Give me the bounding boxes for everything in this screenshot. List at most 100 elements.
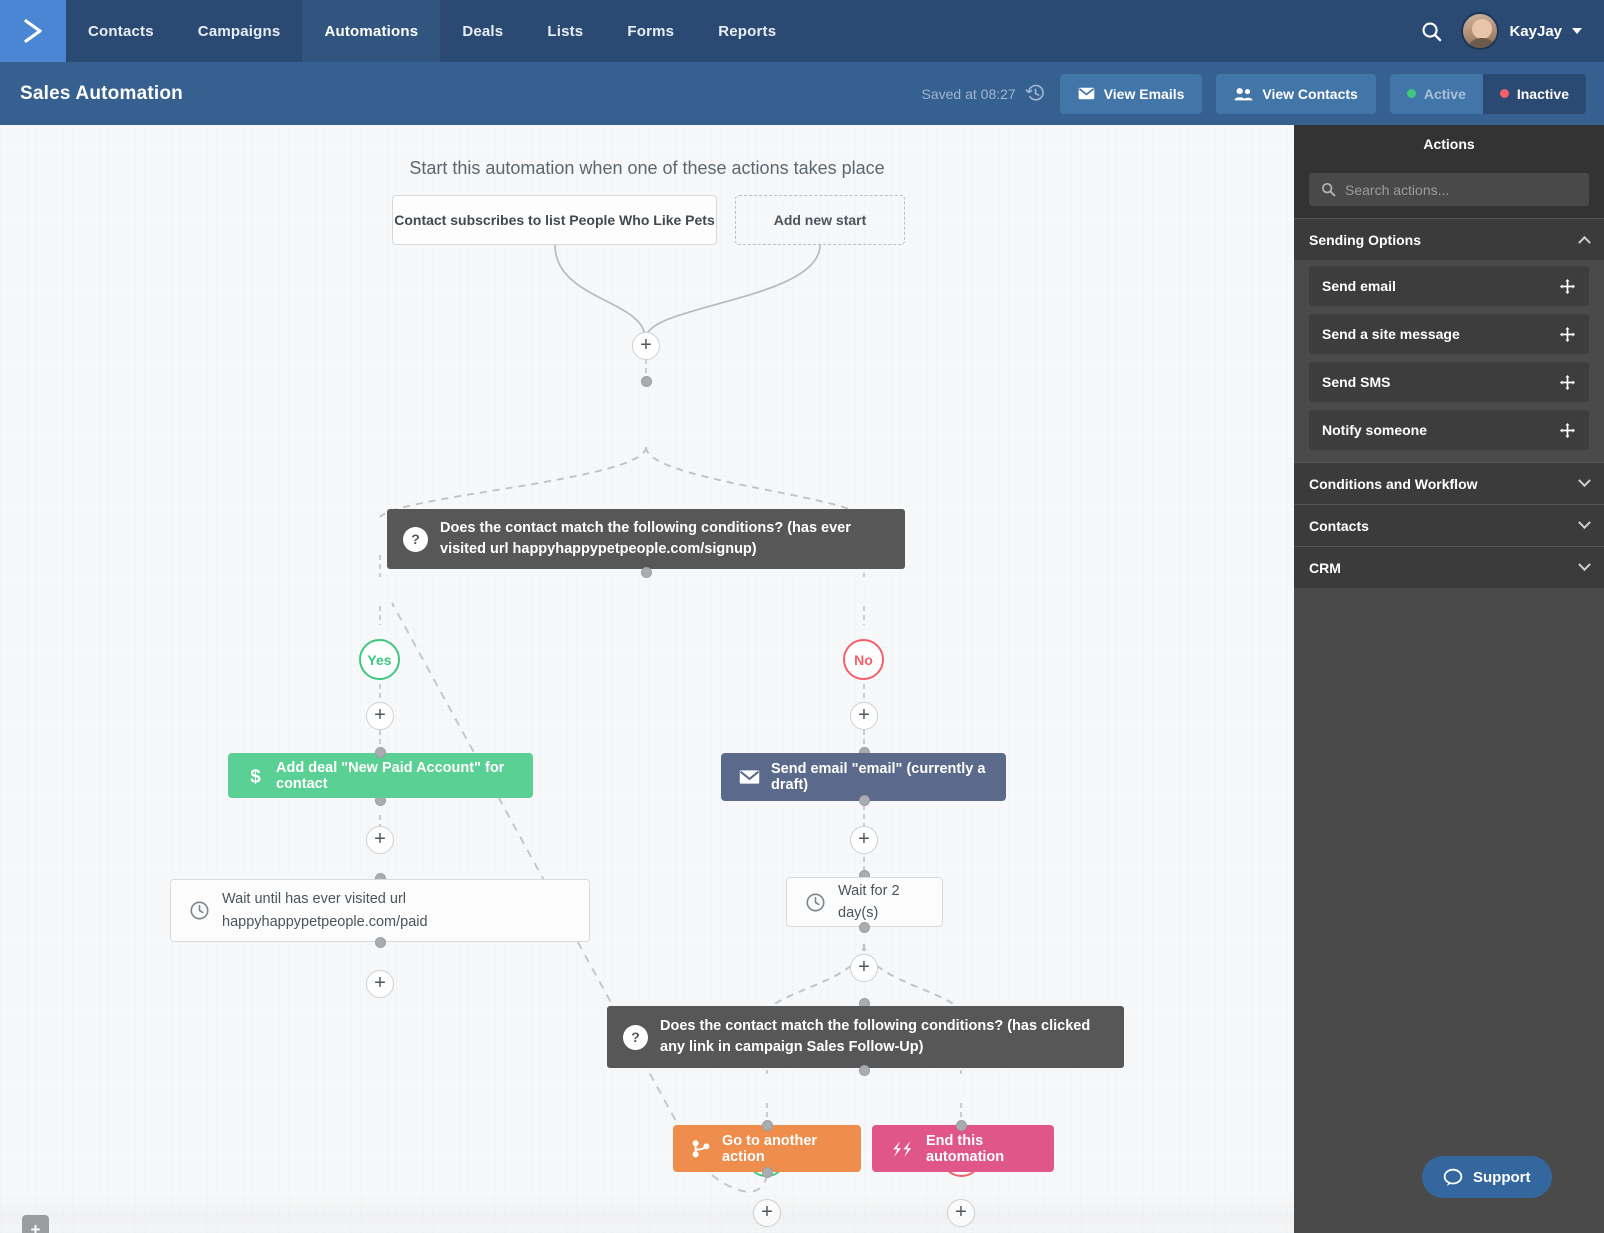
start-trigger-box[interactable]: Contact subscribes to list People Who Li…	[392, 195, 717, 245]
sidebar-action-send-sms[interactable]: Send SMS	[1309, 362, 1589, 402]
add-step-button[interactable]: +	[850, 954, 878, 982]
inactive-label: Inactive	[1517, 86, 1569, 102]
search-actions-input[interactable]	[1345, 182, 1577, 198]
view-emails-button[interactable]: View Emails	[1060, 74, 1203, 114]
automation-canvas[interactable]: Start this automation when one of these …	[0, 125, 1294, 1233]
drag-move-icon[interactable]	[1559, 422, 1576, 439]
search-actions-box[interactable]	[1309, 173, 1589, 206]
nav-item-lists[interactable]: Lists	[525, 0, 605, 62]
connector-port	[762, 1167, 773, 1178]
branch-icon	[691, 1139, 711, 1159]
action-node-send-email-label: Send email "email" (currently a draft)	[771, 761, 988, 793]
add-step-button[interactable]: +	[366, 970, 394, 998]
connector-port	[762, 1120, 773, 1131]
sidebar-group-sending-options-body: Send email Send a site message Send SM	[1294, 260, 1604, 462]
add-step-button[interactable]: +	[632, 332, 660, 360]
sidebar-group-conditions-and-workflow[interactable]: Conditions and Workflow	[1294, 462, 1604, 504]
condition-node-1-label: Does the contact match the following con…	[440, 518, 889, 560]
app-logo-icon[interactable]	[0, 0, 66, 62]
chevron-up-icon	[1578, 236, 1591, 249]
condition-node-2-label: Does the contact match the following con…	[660, 1016, 1108, 1058]
zoom-controls: + −	[22, 1215, 49, 1233]
chevron-down-icon	[1578, 516, 1591, 529]
nav-item-deals[interactable]: Deals	[440, 0, 525, 62]
page-title: Sales Automation	[0, 83, 183, 105]
clock-icon	[805, 892, 826, 913]
actions-sidebar: Actions Sending Options Send email	[1294, 125, 1604, 1233]
action-node-send-email[interactable]: Send email "email" (currently a draft)	[721, 753, 1006, 801]
chevron-down-icon	[1572, 28, 1582, 34]
branch-no-1[interactable]: No	[843, 639, 884, 680]
nav-item-reports[interactable]: Reports	[696, 0, 798, 62]
clock-history-icon[interactable]	[1025, 83, 1046, 104]
connector-port	[859, 922, 870, 933]
chevron-down-icon	[1578, 474, 1591, 487]
zoom-in-button[interactable]: +	[22, 1215, 49, 1233]
support-label: Support	[1473, 1169, 1531, 1186]
sidebar-group-contacts-label: Contacts	[1309, 518, 1369, 534]
add-step-button[interactable]: +	[753, 1199, 781, 1227]
view-contacts-button[interactable]: View Contacts	[1216, 74, 1375, 114]
condition-node-2[interactable]: ? Does the contact match the following c…	[607, 1006, 1124, 1068]
save-status: Saved at 08:27	[922, 83, 1046, 104]
start-instruction-label: Start this automation when one of these …	[0, 158, 1294, 179]
sidebar-group-contacts[interactable]: Contacts	[1294, 504, 1604, 546]
connector-port	[859, 1065, 870, 1076]
nav-item-forms[interactable]: Forms	[605, 0, 696, 62]
sidebar-search-wrap	[1294, 162, 1604, 218]
sidebar-action-send-site-message-label: Send a site message	[1322, 326, 1460, 342]
view-contacts-label: View Contacts	[1262, 86, 1357, 102]
top-navigation-bar: Contacts Campaigns Automations Deals Lis…	[0, 0, 1604, 62]
nav-right-group: KayJay	[1420, 0, 1604, 62]
user-menu[interactable]: KayJay	[1461, 12, 1582, 50]
nav-item-automations[interactable]: Automations	[302, 0, 440, 62]
branch-yes-1[interactable]: Yes	[359, 639, 400, 680]
add-step-button[interactable]: +	[947, 1199, 975, 1227]
drag-move-icon[interactable]	[1559, 278, 1576, 295]
chat-bubble-icon	[1443, 1168, 1463, 1187]
active-label: Active	[1424, 86, 1466, 102]
condition-node-1[interactable]: ? Does the contact match the following c…	[387, 509, 905, 569]
action-node-end[interactable]: End this automation	[872, 1125, 1054, 1172]
support-button[interactable]: Support	[1422, 1156, 1552, 1198]
action-node-wait-until[interactable]: Wait until has ever visited url happyhap…	[170, 879, 590, 942]
add-step-button[interactable]: +	[850, 826, 878, 854]
nav-item-contacts[interactable]: Contacts	[66, 0, 176, 62]
active-status-dot	[1407, 89, 1416, 98]
sidebar-group-sending-options[interactable]: Sending Options	[1294, 218, 1604, 260]
automation-header-bar: Sales Automation Saved at 08:27 View Ema…	[0, 62, 1604, 125]
sidebar-group-crm[interactable]: CRM	[1294, 546, 1604, 588]
chevron-down-icon	[1578, 558, 1591, 571]
add-new-start-button[interactable]: Add new start	[735, 195, 905, 245]
search-icon[interactable]	[1420, 20, 1443, 43]
add-step-button[interactable]: +	[366, 826, 394, 854]
action-node-add-deal-label: Add deal "New Paid Account" for contact	[276, 760, 515, 792]
question-mark-icon: ?	[623, 1025, 648, 1050]
sidebar-action-notify-someone[interactable]: Notify someone	[1309, 410, 1589, 450]
sidebar-action-notify-someone-label: Notify someone	[1322, 422, 1427, 438]
action-node-wait-until-label: Wait until has ever visited url happyhap…	[222, 888, 571, 933]
drag-move-icon[interactable]	[1559, 326, 1576, 343]
nav-item-campaigns[interactable]: Campaigns	[176, 0, 303, 62]
inactive-status-dot	[1500, 89, 1509, 98]
people-icon	[1234, 87, 1253, 101]
lightning-icon	[890, 1140, 915, 1158]
status-active-button[interactable]: Active	[1390, 74, 1483, 114]
action-node-wait-days-label: Wait for 2 day(s)	[838, 880, 924, 925]
sidebar-action-send-sms-label: Send SMS	[1322, 374, 1390, 390]
connector-port	[641, 376, 652, 387]
sidebar-action-send-email[interactable]: Send email	[1309, 266, 1589, 306]
sidebar-group-conditions-and-workflow-label: Conditions and Workflow	[1309, 476, 1478, 492]
drag-move-icon[interactable]	[1559, 374, 1576, 391]
connector-port	[641, 567, 652, 578]
action-node-wait-days[interactable]: Wait for 2 day(s)	[786, 877, 943, 927]
action-node-add-deal[interactable]: $ Add deal "New Paid Account" for contac…	[228, 753, 533, 798]
action-node-goto[interactable]: Go to another action	[673, 1125, 861, 1172]
add-step-button[interactable]: +	[366, 702, 394, 730]
status-inactive-button[interactable]: Inactive	[1483, 74, 1586, 114]
sidebar-action-send-site-message[interactable]: Send a site message	[1309, 314, 1589, 354]
envelope-icon	[739, 769, 760, 785]
add-step-button[interactable]: +	[850, 702, 878, 730]
username-label: KayJay	[1509, 23, 1562, 40]
connector-port	[859, 795, 870, 806]
